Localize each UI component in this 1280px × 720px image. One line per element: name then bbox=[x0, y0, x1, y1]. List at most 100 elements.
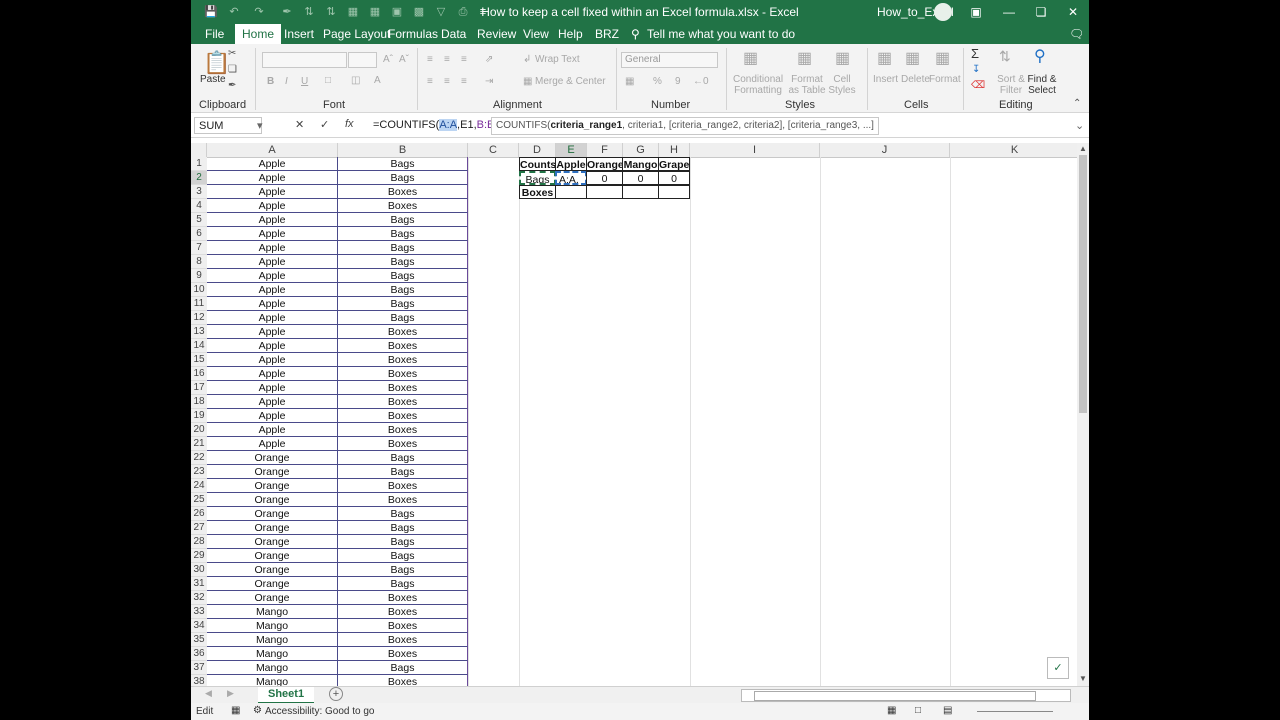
cell-packaging[interactable]: Boxes bbox=[338, 409, 468, 423]
cell-packaging[interactable]: Bags bbox=[338, 311, 468, 325]
cell-h2[interactable]: 0 bbox=[658, 171, 690, 185]
cell-packaging[interactable]: Bags bbox=[338, 213, 468, 227]
row-header[interactable]: 23 bbox=[191, 465, 207, 479]
row-header[interactable]: 28 bbox=[191, 535, 207, 549]
row-header[interactable]: 17 bbox=[191, 381, 207, 395]
column-header-j[interactable]: J bbox=[820, 143, 950, 157]
cell-packaging[interactable]: Boxes bbox=[338, 339, 468, 353]
column-header-b[interactable]: B bbox=[338, 143, 468, 157]
row-header[interactable]: 22 bbox=[191, 451, 207, 465]
cell-fruit[interactable]: Orange bbox=[207, 493, 338, 507]
cell-d3[interactable]: Boxes bbox=[519, 185, 556, 199]
cell-packaging[interactable]: Bags bbox=[338, 577, 468, 591]
column-header-a[interactable]: A bbox=[207, 143, 338, 157]
cell-packaging[interactable]: Boxes bbox=[338, 619, 468, 633]
column-header-h[interactable]: H bbox=[659, 143, 690, 157]
cell-fruit[interactable]: Orange bbox=[207, 549, 338, 563]
collapse-ribbon-icon[interactable]: ⌃ bbox=[1073, 98, 1081, 109]
worksheet-grid[interactable]: A B C D E F G H I J K 1 2 3 4 5 6 7 8 9 10 11 12 13 1… bbox=[191, 143, 1089, 686]
scroll-up-icon[interactable]: ▲ bbox=[1079, 144, 1087, 153]
find-icon[interactable]: ⚲ bbox=[1034, 46, 1046, 66]
zoom-slider[interactable] bbox=[977, 711, 1053, 712]
cell-fruit[interactable]: Orange bbox=[207, 507, 338, 521]
cell-h1[interactable]: Grape bbox=[658, 157, 690, 171]
cell-fruit[interactable]: Apple bbox=[207, 339, 338, 353]
sort-qa-icon[interactable]: ⇅ bbox=[301, 4, 317, 20]
cell-h3[interactable] bbox=[658, 185, 690, 199]
table-qa-icon[interactable]: ▦ bbox=[345, 4, 361, 20]
cell-fruit[interactable]: Apple bbox=[207, 185, 338, 199]
cell-g3[interactable] bbox=[622, 185, 659, 199]
cell-fruit[interactable]: Orange bbox=[207, 563, 338, 577]
accessibility-status[interactable]: Accessibility: Good to go bbox=[265, 706, 375, 717]
fill-color-icon[interactable]: ◫ bbox=[351, 75, 360, 86]
font-color-icon[interactable]: A bbox=[374, 75, 381, 86]
format-painter-qa-icon[interactable]: ✒ bbox=[279, 4, 295, 20]
cell-packaging[interactable]: Boxes bbox=[338, 493, 468, 507]
cell-packaging[interactable]: Boxes bbox=[338, 591, 468, 605]
chart-qa-icon[interactable]: ▩ bbox=[411, 4, 427, 20]
row-header[interactable]: 1 bbox=[191, 157, 207, 171]
cell-e1[interactable]: Apple bbox=[555, 157, 587, 171]
tooltip-function[interactable]: COUNTIFS( bbox=[496, 120, 550, 131]
cell-packaging[interactable]: Bags bbox=[338, 549, 468, 563]
delete-cells-button[interactable]: Delete bbox=[901, 74, 930, 85]
percent-icon[interactable]: % bbox=[653, 76, 662, 87]
cell-fruit[interactable]: Apple bbox=[207, 311, 338, 325]
cell-fruit[interactable]: Apple bbox=[207, 171, 338, 185]
column-header-k[interactable]: K bbox=[950, 143, 1080, 157]
cell-fruit[interactable]: Apple bbox=[207, 423, 338, 437]
quick-analysis-icon[interactable]: ✓ bbox=[1047, 657, 1069, 679]
cell-packaging[interactable]: Bags bbox=[338, 227, 468, 241]
italic-button[interactable]: I bbox=[285, 76, 288, 87]
cell-packaging[interactable]: Boxes bbox=[338, 423, 468, 437]
indent-icon[interactable]: ⇥ bbox=[485, 76, 493, 87]
insert-cells-icon[interactable]: ▦ bbox=[877, 48, 892, 68]
row-header[interactable]: 9 bbox=[191, 269, 207, 283]
minimize-icon[interactable]: — bbox=[994, 2, 1024, 22]
cell-packaging[interactable]: Boxes bbox=[338, 185, 468, 199]
tab-review[interactable]: Review bbox=[475, 24, 518, 44]
accounting-icon[interactable]: ▦ bbox=[625, 76, 634, 87]
row-header[interactable]: 20 bbox=[191, 423, 207, 437]
cut-icon[interactable]: ✂ bbox=[228, 48, 236, 59]
row-header[interactable]: 12 bbox=[191, 311, 207, 325]
cell-fruit[interactable]: Apple bbox=[207, 283, 338, 297]
row-header[interactable]: 29 bbox=[191, 549, 207, 563]
row-header[interactable]: 14 bbox=[191, 339, 207, 353]
cell-d2[interactable]: Bags bbox=[519, 171, 556, 185]
font-name-combo[interactable] bbox=[262, 52, 347, 68]
cell-packaging[interactable]: Bags bbox=[338, 521, 468, 535]
close-icon[interactable]: ✕ bbox=[1058, 2, 1088, 22]
comma-icon[interactable]: 9 bbox=[675, 76, 681, 87]
paste-icon[interactable]: 📋 bbox=[203, 50, 230, 76]
row-header[interactable]: 30 bbox=[191, 563, 207, 577]
row-header[interactable]: 11 bbox=[191, 297, 207, 311]
maximize-icon[interactable]: ❏ bbox=[1026, 2, 1056, 22]
cell-fruit[interactable]: Apple bbox=[207, 437, 338, 451]
cell-fruit[interactable]: Orange bbox=[207, 577, 338, 591]
tab-view[interactable]: View bbox=[521, 24, 551, 44]
cell-fruit[interactable]: Mango bbox=[207, 675, 338, 686]
cell-packaging[interactable]: Boxes bbox=[338, 199, 468, 213]
cell-fruit[interactable]: Apple bbox=[207, 297, 338, 311]
cell-fruit[interactable]: Apple bbox=[207, 255, 338, 269]
font-size-combo[interactable] bbox=[348, 52, 377, 68]
enter-entry-icon[interactable]: ✓ bbox=[320, 118, 329, 131]
cell-packaging[interactable]: Boxes bbox=[338, 675, 468, 686]
cell-styles-button[interactable]: Cell Styles bbox=[827, 74, 857, 96]
comments-icon[interactable]: 🗨 bbox=[1067, 24, 1086, 44]
cell-fruit[interactable]: Apple bbox=[207, 381, 338, 395]
expand-formula-bar-icon[interactable]: ⌄ bbox=[1075, 119, 1084, 132]
copy-icon[interactable]: ❏ bbox=[228, 64, 237, 75]
cell-packaging[interactable]: Bags bbox=[338, 283, 468, 297]
column-header-g[interactable]: G bbox=[623, 143, 659, 157]
column-header-f[interactable]: F bbox=[587, 143, 623, 157]
customize-qa-icon[interactable]: ≡ bbox=[475, 4, 491, 20]
cell-f3[interactable] bbox=[586, 185, 623, 199]
tab-file[interactable]: File bbox=[203, 24, 226, 44]
column-header-d[interactable]: D bbox=[519, 143, 556, 157]
column-header-c[interactable]: C bbox=[468, 143, 519, 157]
format-as-table-icon[interactable]: ▦ bbox=[797, 48, 812, 68]
align-center-icon[interactable]: ≡ bbox=[444, 76, 450, 87]
